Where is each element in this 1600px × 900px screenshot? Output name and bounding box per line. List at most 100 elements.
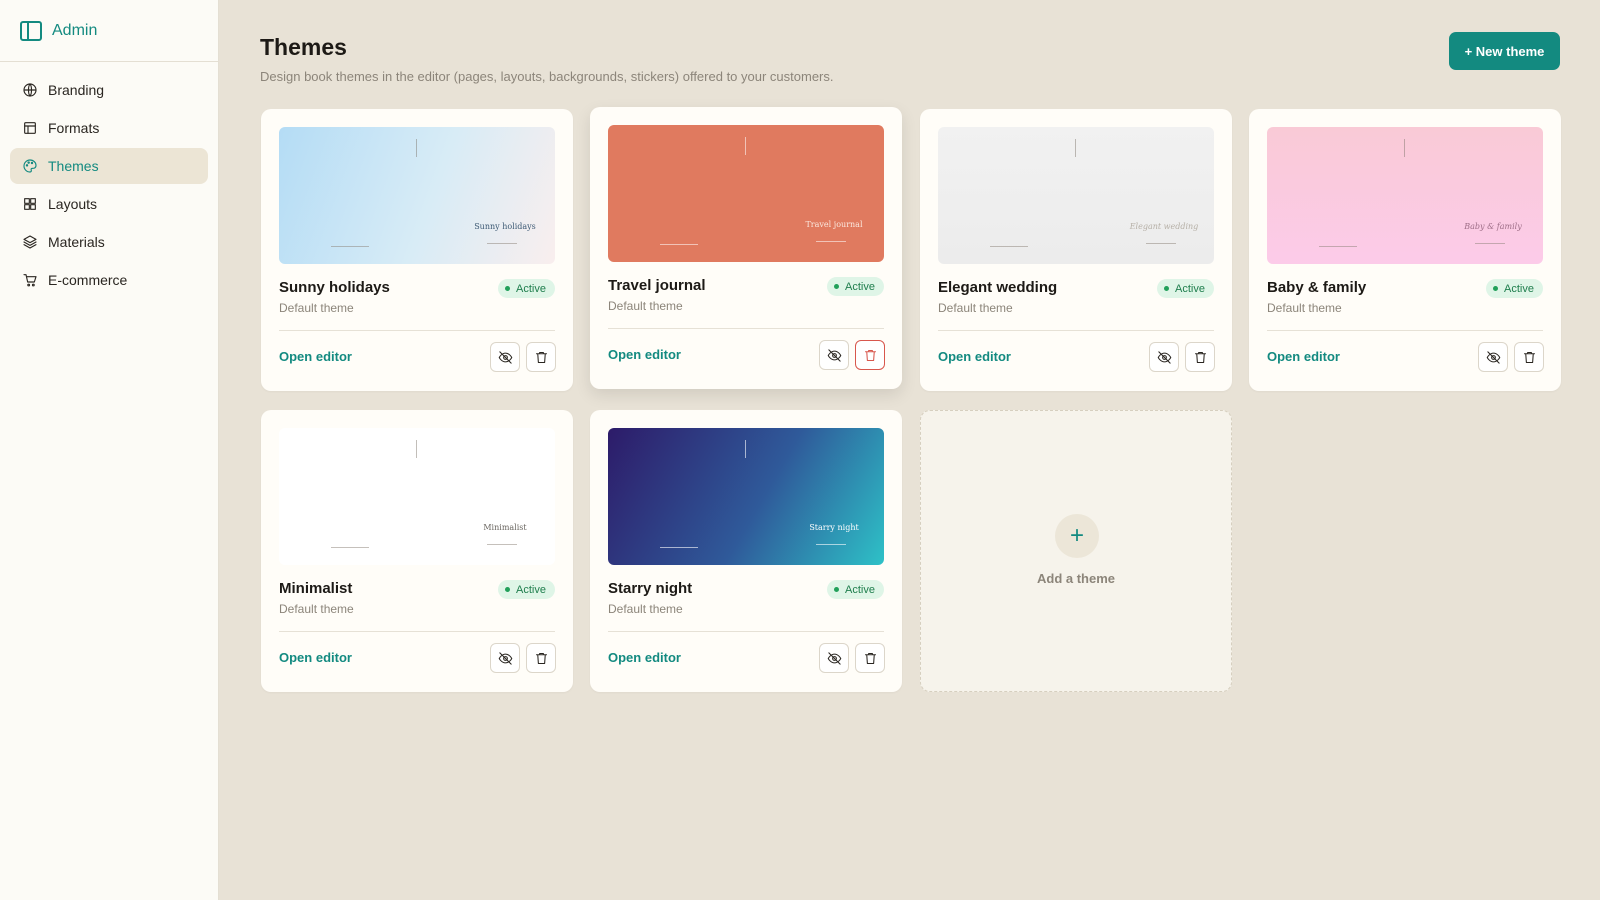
open-editor-link[interactable]: Open editor: [279, 650, 352, 665]
theme-card: Starry night Starry night Default theme …: [590, 410, 902, 692]
thumbnail-footer: [990, 246, 1028, 247]
hide-button[interactable]: [490, 643, 520, 673]
delete-button[interactable]: [1185, 342, 1215, 372]
status-dot: [834, 284, 840, 289]
theme-name: Baby & family: [1267, 279, 1367, 296]
status-badge: Active: [827, 277, 884, 296]
open-editor-link[interactable]: Open editor: [938, 349, 1011, 364]
theme-thumbnail[interactable]: Sunny holidays: [279, 127, 555, 264]
status-label: Active: [1504, 282, 1534, 295]
theme-type: Default theme: [938, 301, 1013, 315]
globe-icon: [22, 82, 38, 98]
card-divider: [279, 330, 555, 331]
status-badge: Active: [498, 580, 555, 599]
sidebar-item-branding[interactable]: Branding: [10, 72, 208, 108]
open-editor-link[interactable]: Open editor: [1267, 349, 1340, 364]
sidebar-item-e-commerce[interactable]: E-commerce: [10, 262, 208, 298]
eye-off-icon: [1486, 350, 1500, 364]
theme-name: Travel journal: [608, 277, 706, 294]
thumbnail-spine: [416, 440, 417, 458]
status-dot: [834, 587, 840, 592]
theme-card: Travel journal Travel journal Default th…: [590, 107, 902, 389]
delete-button[interactable]: [526, 643, 556, 673]
theme-thumbnail[interactable]: Minimalist: [279, 428, 555, 565]
delete-button[interactable]: [1514, 342, 1544, 372]
brand[interactable]: Admin: [0, 0, 218, 62]
page-header: Themes Design book themes in the editor …: [260, 34, 834, 84]
card-divider: [938, 330, 1214, 331]
thumbnail-year: [816, 241, 846, 242]
delete-button[interactable]: [855, 340, 885, 370]
sidebar-item-layouts[interactable]: Layouts: [10, 186, 208, 222]
status-badge: Active: [498, 279, 555, 298]
theme-thumbnail[interactable]: Travel journal: [608, 125, 884, 262]
thumbnail-year: [816, 544, 846, 545]
thumbnail-footer: [1319, 246, 1357, 247]
thumbnail-footer: [331, 547, 369, 548]
delete-button[interactable]: [855, 643, 885, 673]
theme-card: Minimalist Minimalist Default theme Acti…: [261, 410, 573, 692]
trash-icon: [864, 349, 876, 361]
sidebar-item-themes[interactable]: Themes: [10, 148, 208, 184]
sidebar-panel-icon: [20, 20, 42, 41]
eye-off-icon: [827, 651, 841, 665]
theme-name: Starry night: [608, 580, 693, 597]
hide-button[interactable]: [490, 342, 520, 372]
page-title: Themes: [260, 34, 347, 60]
trash-icon: [1523, 351, 1535, 363]
thumbnail-year: [1146, 243, 1176, 244]
theme-thumbnail[interactable]: Starry night: [608, 428, 884, 565]
status-badge: Active: [1157, 279, 1214, 298]
theme-thumbnail[interactable]: Elegant wedding: [938, 127, 1214, 264]
theme-type: Default theme: [279, 301, 354, 315]
status-dot: [505, 587, 511, 592]
thumbnail-title: Starry night: [809, 523, 859, 532]
new-theme-button[interactable]: + New theme: [1449, 32, 1560, 70]
sidebar-item-label: Materials: [48, 234, 105, 250]
sidebar-item-label: Layouts: [48, 196, 98, 212]
hide-button[interactable]: [819, 643, 849, 673]
sidebar-item-label: E-commerce: [48, 272, 128, 288]
thumbnail-footer: [660, 547, 698, 548]
sidebar: Admin Branding Formats Themes Layouts Ma…: [0, 0, 219, 900]
hide-button[interactable]: [1478, 342, 1508, 372]
theme-type: Default theme: [608, 299, 683, 313]
thumbnail-year: [1475, 243, 1505, 244]
status-label: Active: [516, 282, 546, 295]
status-dot: [1164, 286, 1170, 291]
eye-off-icon: [498, 651, 512, 665]
brand-label: Admin: [52, 21, 98, 39]
theme-thumbnail[interactable]: Baby & family: [1267, 127, 1543, 264]
layout-icon: [22, 120, 38, 136]
thumbnail-year: [487, 544, 517, 545]
sidebar-item-formats[interactable]: Formats: [10, 110, 208, 146]
status-badge: Active: [827, 580, 884, 599]
cart-icon: [22, 272, 38, 288]
open-editor-link[interactable]: Open editor: [608, 650, 681, 665]
hide-button[interactable]: [819, 340, 849, 370]
theme-type: Default theme: [1267, 301, 1342, 315]
status-badge: Active: [1486, 279, 1543, 298]
sidebar-item-materials[interactable]: Materials: [10, 224, 208, 260]
eye-off-icon: [827, 348, 841, 362]
card-divider: [608, 328, 884, 329]
theme-name: Minimalist: [279, 580, 353, 597]
open-editor-link[interactable]: Open editor: [608, 347, 681, 362]
open-editor-link[interactable]: Open editor: [279, 349, 352, 364]
theme-type: Default theme: [279, 602, 354, 616]
trash-icon: [864, 652, 876, 664]
thumbnail-title: Sunny holidays: [474, 222, 536, 231]
trash-icon: [535, 351, 547, 363]
delete-button[interactable]: [526, 342, 556, 372]
sidebar-item-label: Themes: [48, 158, 99, 174]
palette-icon: [22, 158, 38, 174]
thumbnail-title: Elegant wedding: [1129, 222, 1199, 231]
status-label: Active: [845, 583, 875, 596]
status-label: Active: [845, 280, 875, 293]
add-theme-card[interactable]: + Add a theme: [920, 410, 1232, 692]
theme-name: Elegant wedding: [938, 279, 1058, 296]
thumbnail-footer: [331, 246, 369, 247]
thumbnail-title: Travel journal: [805, 220, 863, 229]
hide-button[interactable]: [1149, 342, 1179, 372]
card-divider: [279, 631, 555, 632]
